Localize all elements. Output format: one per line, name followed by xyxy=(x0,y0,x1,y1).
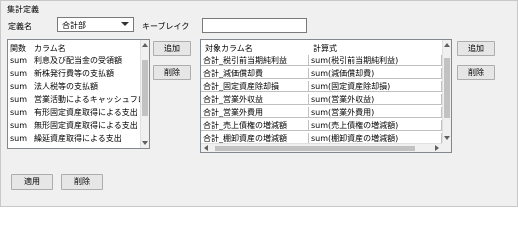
right-delete-button[interactable]: 削除 xyxy=(457,65,495,80)
scroll-down-icon[interactable] xyxy=(142,141,148,145)
left-add-button[interactable]: 追加 xyxy=(153,41,191,56)
scroll-corner xyxy=(442,143,451,152)
definition-select[interactable]: 合計部 xyxy=(57,17,134,32)
definition-label: 定義名 xyxy=(8,22,32,31)
function-cell: sum xyxy=(10,134,28,143)
column-name-cell: 新株発行費等の支払額 xyxy=(34,69,114,78)
formula-grid-vscroll[interactable] xyxy=(442,40,451,143)
formula-cell[interactable]: sum(売上債権の増減額) xyxy=(309,120,442,131)
scroll-thumb[interactable] xyxy=(444,58,450,118)
column-name-cell: 営業活動によるキャッシュフロー xyxy=(34,95,140,104)
formula-grid[interactable]: 対象カラム名 計算式 合計_税引前当期純利益 sum(税引前当期純利益) 合計_減価… xyxy=(200,39,452,153)
chevron-down-icon xyxy=(121,22,129,26)
column-name-cell: 有形固定資産取得による支出 xyxy=(34,108,138,117)
left-delete-button[interactable]: 削除 xyxy=(153,65,191,80)
aggregation-definition-panel: 集計定義 定義名 合計部 キーブレイク 関数 カラム名 sum 利息及び配当金の受… xyxy=(0,0,518,207)
target-column-cell[interactable]: 合計_売上債権の増減額 xyxy=(201,120,309,131)
function-cell: sum xyxy=(10,95,28,104)
target-column-cell[interactable]: 合計_税引前当期純利益 xyxy=(201,55,309,66)
break-key-input[interactable] xyxy=(202,18,307,33)
column-list-vscroll[interactable] xyxy=(140,40,149,148)
right-add-button[interactable]: 追加 xyxy=(457,41,495,56)
column-list[interactable]: 関数 カラム名 sum 利息及び配当金の受領額 sum 新株発行費等の支払額 sum 法人… xyxy=(7,39,150,149)
definition-value: 合計部 xyxy=(62,21,86,30)
scroll-thumb[interactable] xyxy=(142,60,148,116)
bottom-delete-button[interactable]: 削除 xyxy=(61,174,103,190)
formula-cell[interactable]: sum(営業外収益) xyxy=(309,94,442,105)
target-column-cell[interactable]: 合計_固定資産除却損 xyxy=(201,81,309,92)
formula-cell[interactable]: sum(税引前当期純利益) xyxy=(309,55,442,66)
group-title: 集計定義 xyxy=(7,5,39,14)
function-cell: sum xyxy=(10,121,28,130)
scroll-down-icon[interactable] xyxy=(444,136,450,140)
apply-button[interactable]: 適用 xyxy=(11,174,53,190)
column-name-cell: 無形固定資産取得による支出 xyxy=(34,121,138,130)
scroll-right-icon[interactable] xyxy=(435,145,439,151)
formula-grid-hscroll[interactable] xyxy=(201,143,442,152)
break-key-label: キーブレイク xyxy=(142,22,190,31)
header-function: 関数 xyxy=(10,44,26,53)
target-column-cell[interactable]: 合計_営業外費用 xyxy=(201,107,309,118)
formula-cell[interactable]: sum(営業外費用) xyxy=(309,107,442,118)
header-target-column: 対象カラム名 xyxy=(205,44,253,53)
scroll-up-icon[interactable] xyxy=(444,43,450,47)
function-cell: sum xyxy=(10,69,28,78)
function-cell: sum xyxy=(10,108,28,117)
scroll-thumb[interactable] xyxy=(215,146,415,151)
column-name-cell: 繰延資産取得による支出 xyxy=(34,134,122,143)
column-name-cell: 利息及び配当金の受領額 xyxy=(34,56,122,65)
header-column-name: カラム名 xyxy=(34,44,66,53)
function-cell: sum xyxy=(10,82,28,91)
function-cell: sum xyxy=(10,56,28,65)
formula-cell[interactable]: sum(固定資産除却損) xyxy=(309,81,442,92)
column-name-cell: 法人税等の支払額 xyxy=(34,82,98,91)
column-list-header: 関数 カラム名 xyxy=(8,40,149,55)
scroll-up-icon[interactable] xyxy=(142,43,148,47)
scroll-left-icon[interactable] xyxy=(204,145,208,151)
header-formula: 計算式 xyxy=(313,44,337,53)
formula-grid-header: 対象カラム名 計算式 xyxy=(201,40,451,55)
target-column-cell[interactable]: 合計_営業外収益 xyxy=(201,94,309,105)
formula-cell[interactable]: sum(減価償却費) xyxy=(309,68,442,79)
target-column-cell[interactable]: 合計_減価償却費 xyxy=(201,68,309,79)
